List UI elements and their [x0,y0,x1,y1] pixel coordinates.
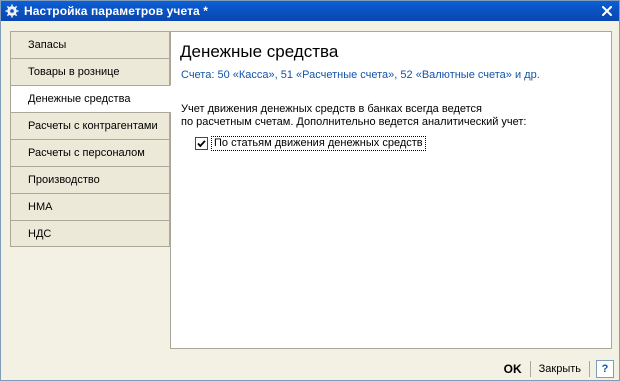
sidebar-item-raschety-s-kontragentami[interactable]: Расчеты с контрагентами [10,112,170,139]
close-window-button[interactable] [598,2,616,20]
settings-window: Настройка параметров учета * Запасы Това… [0,0,620,381]
cashflow-items-option[interactable]: По статьям движения денежных средств [195,136,426,151]
sidebar-item-label: НМА [28,201,53,213]
sidebar-item-zapasy[interactable]: Запасы [10,31,170,58]
sidebar-item-label: Расчеты с персоналом [28,147,145,159]
sidebar-item-nma[interactable]: НМА [10,193,170,220]
page-title: Денежные средства [180,42,339,61]
content-panel: Денежные средства Счета: 50 «Касса», 51 … [170,31,612,349]
sidebar-item-label: Производство [28,174,100,186]
checkbox-label[interactable]: По статьям движения денежных средств [211,136,426,151]
sidebar-item-denezhnye-sredstva[interactable]: Денежные средства [10,85,171,112]
sidebar-item-proizvodstvo[interactable]: Производство [10,166,170,193]
description-text: Учет движения денежных средств в банках … [181,103,601,129]
title-bar[interactable]: Настройка параметров учета * [1,1,619,21]
footer-divider [589,360,590,377]
sidebar-item-label: Товары в рознице [28,66,120,78]
sidebar-item-raschety-s-personalom[interactable]: Расчеты с персоналом [10,139,170,166]
close-button[interactable]: Закрыть [533,363,587,375]
ok-button[interactable]: OK [498,362,528,376]
checkmark-icon [197,140,206,148]
description-line: Учет движения денежных средств в банках … [181,103,482,115]
sidebar-item-label: Расчеты с контрагентами [28,120,158,132]
description-line: по расчетным счетам. Дополнительно ведет… [181,116,527,128]
help-button[interactable]: ? [596,359,614,378]
sidebar-item-tovary-v-roznice[interactable]: Товары в рознице [10,58,170,85]
cashflow-items-checkbox[interactable] [195,137,208,150]
sections-sidebar: Запасы Товары в рознице Денежные средств… [10,31,171,349]
accounts-link[interactable]: Счета: 50 «Касса», 51 «Расчетные счета»,… [181,69,540,81]
sidebar-item-label: Денежные средства [28,93,131,105]
gear-icon [5,4,19,18]
window-title: Настройка параметров учета * [24,4,209,18]
help-icon: ? [601,362,609,375]
sidebar-item-label: НДС [28,227,52,240]
footer-divider [529,360,531,377]
close-icon [602,6,612,16]
sidebar-item-nds[interactable]: НДС [10,220,170,247]
dialog-footer: OK Закрыть ? [1,357,619,380]
sidebar-item-label: Запасы [28,39,67,51]
